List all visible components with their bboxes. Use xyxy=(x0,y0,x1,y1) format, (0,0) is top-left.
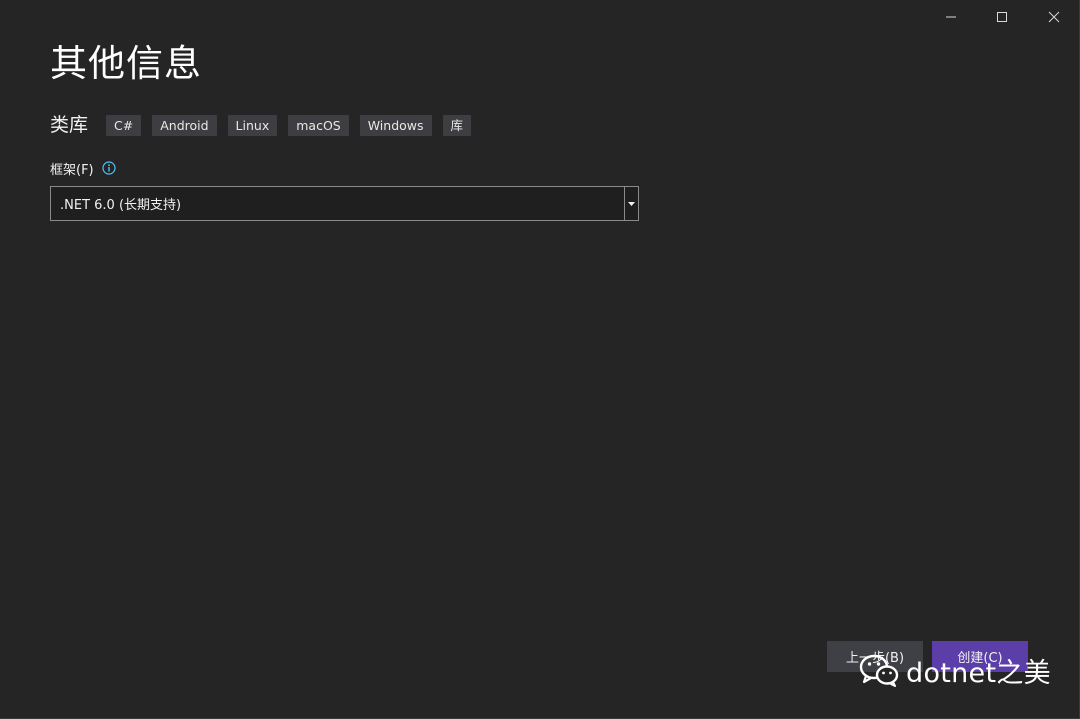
tag-library: 库 xyxy=(442,114,472,136)
close-icon xyxy=(1048,11,1060,23)
tag-windows: Windows xyxy=(359,114,432,136)
framework-selected-value: .NET 6.0 (长期支持) xyxy=(60,198,182,213)
framework-select[interactable]: .NET 6.0 (长期支持) xyxy=(50,186,639,221)
dialog-window: 其他信息 类库 C# Android Linux macOS Windows 库… xyxy=(0,0,1080,719)
tag-linux: Linux xyxy=(227,114,278,136)
tag-macos: macOS xyxy=(288,114,349,136)
dropdown-arrow-icon[interactable] xyxy=(624,187,638,220)
minimize-icon xyxy=(946,16,956,18)
framework-label: 框架(F) xyxy=(50,162,94,178)
tag-android: Android xyxy=(152,114,217,136)
minimize-button[interactable] xyxy=(926,0,976,34)
template-tag-row: 类库 C# Android Linux macOS Windows 库 xyxy=(50,112,482,138)
wechat-icon xyxy=(859,654,899,687)
template-name: 类库 xyxy=(50,114,89,136)
info-icon[interactable] xyxy=(102,161,116,175)
watermark: dotnet之美 xyxy=(858,650,1051,690)
maximize-button[interactable] xyxy=(977,0,1027,34)
tag-csharp: C# xyxy=(106,114,142,136)
watermark-text: dotnet之美 xyxy=(906,657,1051,689)
close-button[interactable] xyxy=(1029,0,1079,34)
page-title: 其他信息 xyxy=(50,42,202,85)
maximize-icon xyxy=(997,12,1007,22)
framework-label-row: 框架(F) xyxy=(50,158,116,178)
